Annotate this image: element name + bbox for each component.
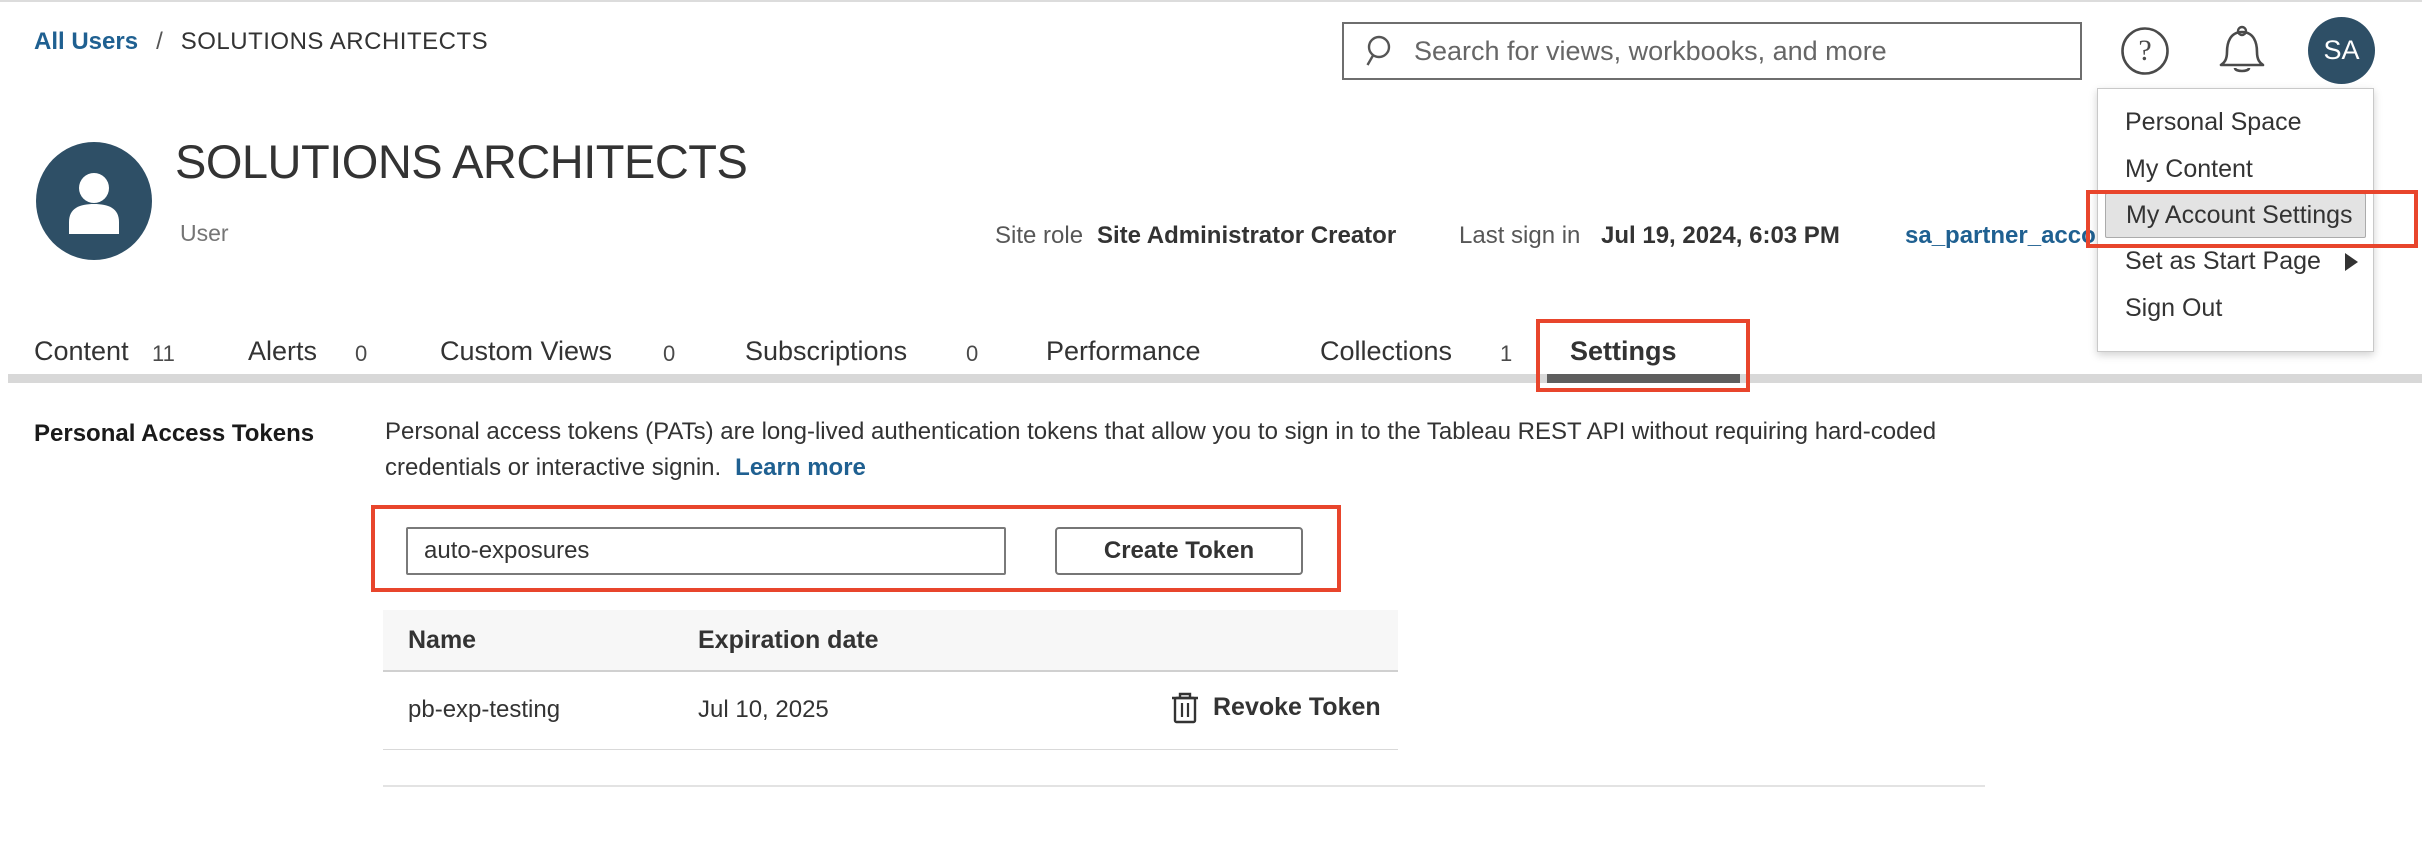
personal-access-tokens-label: Personal Access Tokens <box>34 420 314 448</box>
tab-custom-views-count[interactable]: 0 <box>663 341 675 367</box>
page-title: SOLUTIONS ARCHITECTS <box>175 134 747 189</box>
avatar-initials: SA <box>2323 35 2359 66</box>
pat-description-line2-text: credentials or interactive signin. <box>385 454 721 481</box>
create-token-button[interactable]: Create Token <box>1055 527 1303 575</box>
help-icon[interactable]: ? <box>2120 26 2170 76</box>
tab-subscriptions-count[interactable]: 0 <box>966 341 978 367</box>
username-link[interactable]: sa_partner_accou <box>1905 222 2110 250</box>
active-tab-underline <box>1547 374 1740 383</box>
column-header-expiration: Expiration date <box>698 626 879 655</box>
tab-collections-count[interactable]: 1 <box>1500 341 1512 367</box>
menu-item-personal-space[interactable]: Personal Space <box>2098 99 2373 146</box>
site-role-label: Site role <box>995 222 1083 250</box>
search-input[interactable]: Search for views, workbooks, and more <box>1342 22 2082 80</box>
revoke-token-button[interactable]: Revoke Token <box>1171 690 1381 724</box>
menu-item-sign-out[interactable]: Sign Out <box>2098 285 2373 332</box>
site-role-value: Site Administrator Creator <box>1097 222 1396 250</box>
search-icon <box>1364 34 1398 68</box>
tab-subscriptions[interactable]: Subscriptions <box>745 336 907 367</box>
token-name-input[interactable] <box>406 527 1006 575</box>
breadcrumb: All Users / SOLUTIONS ARCHITECTS <box>34 28 488 56</box>
svg-text:?: ? <box>2138 34 2151 67</box>
section-divider <box>383 785 1985 787</box>
tab-performance[interactable]: Performance <box>1046 336 1201 367</box>
pat-description-line2: credentials or interactive signin. Learn … <box>385 454 866 482</box>
breadcrumb-current-page: SOLUTIONS ARCHITECTS <box>181 28 488 55</box>
token-name-cell: pb-exp-testing <box>408 696 560 724</box>
token-expiration-cell: Jul 10, 2025 <box>698 696 829 724</box>
tokens-table-header: Name Expiration date <box>383 610 1398 672</box>
column-header-name: Name <box>408 626 476 655</box>
menu-item-my-content[interactable]: My Content <box>2098 146 2373 193</box>
menu-item-set-as-start-page[interactable]: Set as Start Page <box>2098 238 2373 285</box>
revoke-token-label: Revoke Token <box>1213 693 1381 722</box>
table-row: pb-exp-testing Jul 10, 2025 Revoke Token <box>383 672 1398 750</box>
last-sign-in-value: Jul 19, 2024, 6:03 PM <box>1601 222 1840 250</box>
trash-icon <box>1171 690 1199 724</box>
notifications-bell-icon[interactable] <box>2216 24 2268 78</box>
breadcrumb-separator: / <box>156 28 163 55</box>
search-placeholder: Search for views, workbooks, and more <box>1414 36 1887 67</box>
profile-meta-row: Site role Site Administrator Creator Las… <box>0 222 2422 252</box>
submenu-arrow-icon <box>2345 253 2358 271</box>
user-avatar[interactable]: SA <box>2308 17 2375 84</box>
tab-custom-views[interactable]: Custom Views <box>440 336 612 367</box>
tab-alerts[interactable]: Alerts <box>248 336 317 367</box>
top-divider <box>0 0 2422 2</box>
menu-item-my-account-settings[interactable]: My Account Settings <box>2105 193 2366 238</box>
learn-more-link[interactable]: Learn more <box>735 454 866 481</box>
breadcrumb-all-users-link[interactable]: All Users <box>34 28 138 55</box>
tab-alerts-count[interactable]: 0 <box>355 341 367 367</box>
menu-item-set-as-start-page-label: Set as Start Page <box>2125 247 2321 275</box>
pat-description-line1: Personal access tokens (PATs) are long-l… <box>385 418 1936 446</box>
account-dropdown-menu: Personal Space My Content My Account Set… <box>2097 88 2374 352</box>
tab-content-count[interactable]: 11 <box>152 341 175 367</box>
tab-settings[interactable]: Settings <box>1570 336 1677 367</box>
last-sign-in-label: Last sign in <box>1459 222 1580 250</box>
tab-content[interactable]: Content <box>34 336 129 367</box>
tab-bar-track <box>8 374 2422 383</box>
tokens-table: Name Expiration date pb-exp-testing Jul … <box>383 610 1398 750</box>
tab-collections[interactable]: Collections <box>1320 336 1452 367</box>
